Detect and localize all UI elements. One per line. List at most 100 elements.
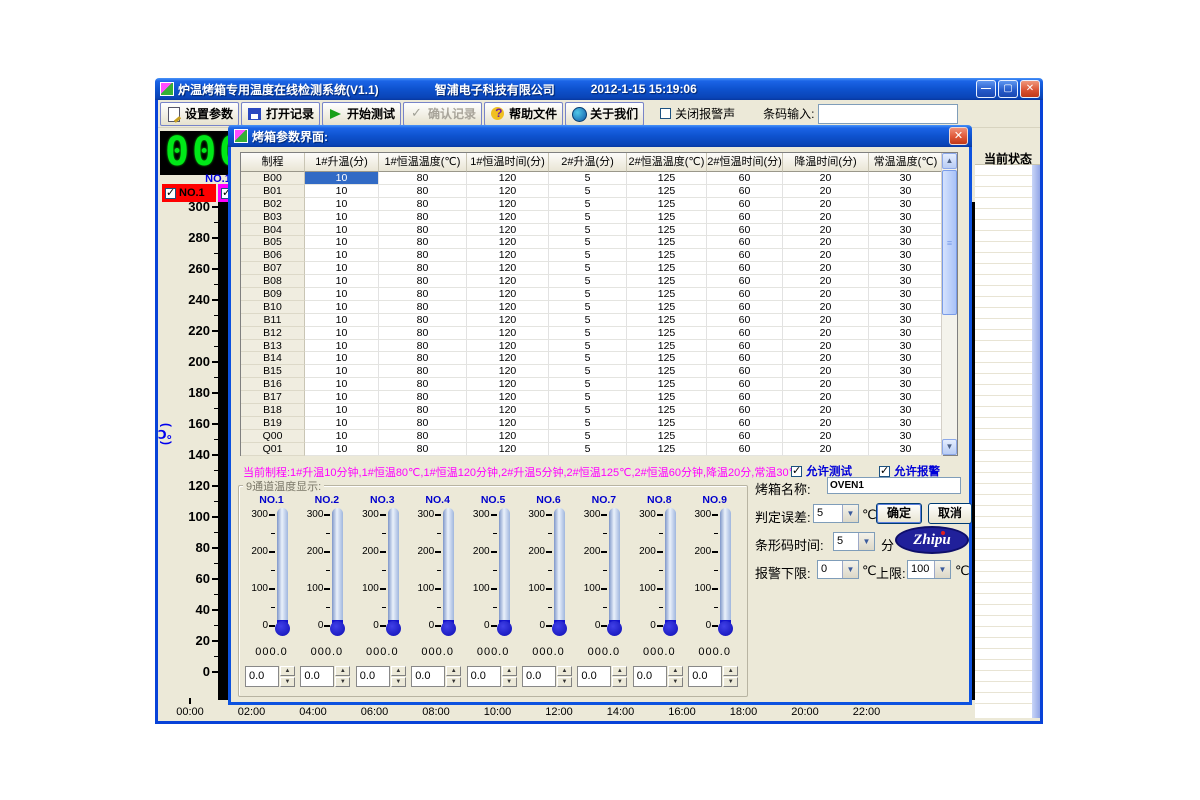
table-row[interactable]: B1810801205125602030 bbox=[241, 404, 941, 417]
value-cell[interactable]: 30 bbox=[869, 404, 943, 417]
spinner-up-icon[interactable]: ▲ bbox=[391, 666, 406, 676]
value-cell[interactable]: 10 bbox=[305, 430, 379, 443]
value-cell[interactable]: 80 bbox=[379, 185, 467, 198]
value-cell[interactable]: 80 bbox=[379, 301, 467, 314]
channel-setpoint-spinner[interactable]: 0.0▲▼ bbox=[356, 666, 406, 687]
value-cell[interactable]: 60 bbox=[707, 430, 783, 443]
value-cell[interactable]: 125 bbox=[627, 443, 707, 456]
channel-setpoint-spinner[interactable]: 0.0▲▼ bbox=[245, 666, 295, 687]
column-header[interactable]: 2#恒温温度(℃) bbox=[627, 153, 707, 172]
value-cell[interactable]: 5 bbox=[549, 262, 627, 275]
alarm-off-checkbox[interactable] bbox=[660, 108, 671, 119]
chevron-down-icon[interactable]: ▼ bbox=[842, 505, 858, 522]
channel-setpoint-spinner[interactable]: 0.0▲▼ bbox=[633, 666, 683, 687]
setpoint-value[interactable]: 0.0 bbox=[411, 666, 445, 687]
setpoint-value[interactable]: 0.0 bbox=[467, 666, 501, 687]
table-row[interactable]: Q0110801205125602030 bbox=[241, 443, 941, 456]
allow-test-checkbox[interactable] bbox=[791, 466, 802, 477]
barcode-input[interactable] bbox=[818, 104, 958, 124]
value-cell[interactable]: 125 bbox=[627, 224, 707, 237]
spinner-down-icon[interactable]: ▼ bbox=[446, 677, 461, 687]
value-cell[interactable]: 5 bbox=[549, 352, 627, 365]
value-cell[interactable]: 120 bbox=[467, 352, 549, 365]
value-cell[interactable]: 60 bbox=[707, 236, 783, 249]
value-cell[interactable]: 60 bbox=[707, 352, 783, 365]
value-cell[interactable]: 10 bbox=[305, 314, 379, 327]
table-row[interactable]: B0110801205125602030 bbox=[241, 185, 941, 198]
value-cell[interactable]: 10 bbox=[305, 417, 379, 430]
value-cell[interactable]: 5 bbox=[549, 224, 627, 237]
value-cell[interactable]: 120 bbox=[467, 211, 549, 224]
value-cell[interactable]: 20 bbox=[783, 275, 869, 288]
value-cell[interactable]: 125 bbox=[627, 327, 707, 340]
value-cell[interactable]: 60 bbox=[707, 301, 783, 314]
value-cell[interactable]: 80 bbox=[379, 288, 467, 301]
value-cell[interactable]: 80 bbox=[379, 417, 467, 430]
spinner-down-icon[interactable]: ▼ bbox=[502, 677, 517, 687]
value-cell[interactable]: 80 bbox=[379, 391, 467, 404]
column-header[interactable]: 降温时间(分) bbox=[783, 153, 869, 172]
value-cell[interactable]: 10 bbox=[305, 198, 379, 211]
scroll-up-icon[interactable]: ▲ bbox=[942, 153, 957, 169]
channel-setpoint-spinner[interactable]: 0.0▲▼ bbox=[522, 666, 572, 687]
value-cell[interactable]: 80 bbox=[379, 327, 467, 340]
value-cell[interactable]: 60 bbox=[707, 262, 783, 275]
value-cell[interactable]: 60 bbox=[707, 198, 783, 211]
setpoint-value[interactable]: 0.0 bbox=[245, 666, 279, 687]
value-cell[interactable]: 80 bbox=[379, 378, 467, 391]
channel-checkbox-no2-partial[interactable] bbox=[218, 184, 228, 202]
value-cell[interactable]: 20 bbox=[783, 288, 869, 301]
close-icon[interactable]: ✕ bbox=[1020, 80, 1040, 98]
value-cell[interactable]: 10 bbox=[305, 443, 379, 456]
value-cell[interactable]: 80 bbox=[379, 352, 467, 365]
value-cell[interactable]: 20 bbox=[783, 430, 869, 443]
column-header[interactable]: 制程 bbox=[241, 153, 305, 172]
value-cell[interactable]: 20 bbox=[783, 327, 869, 340]
value-cell[interactable]: 60 bbox=[707, 185, 783, 198]
toolbar-button-play[interactable]: 开始测试 bbox=[322, 102, 401, 126]
value-cell[interactable]: 125 bbox=[627, 198, 707, 211]
value-cell[interactable]: 120 bbox=[467, 236, 549, 249]
column-header[interactable]: 1#恒温温度(℃) bbox=[379, 153, 467, 172]
value-cell[interactable]: 20 bbox=[783, 365, 869, 378]
toolbar-button-globe[interactable]: 关于我们 bbox=[565, 102, 644, 126]
value-cell[interactable]: 125 bbox=[627, 378, 707, 391]
value-cell[interactable]: 125 bbox=[627, 340, 707, 353]
value-cell[interactable]: 30 bbox=[869, 365, 943, 378]
value-cell[interactable]: 10 bbox=[305, 378, 379, 391]
table-row[interactable]: B0810801205125602030 bbox=[241, 275, 941, 288]
setpoint-value[interactable]: 0.0 bbox=[356, 666, 390, 687]
value-cell[interactable]: 80 bbox=[379, 430, 467, 443]
value-cell[interactable]: 120 bbox=[467, 301, 549, 314]
value-cell[interactable]: 20 bbox=[783, 185, 869, 198]
process-cell[interactable]: B01 bbox=[241, 185, 305, 198]
table-row[interactable]: B1210801205125602030 bbox=[241, 327, 941, 340]
value-cell[interactable]: 5 bbox=[549, 172, 627, 185]
process-cell[interactable]: Q00 bbox=[241, 430, 305, 443]
chevron-down-icon[interactable]: ▼ bbox=[934, 561, 950, 578]
table-row[interactable]: B0410801205125602030 bbox=[241, 224, 941, 237]
value-cell[interactable]: 125 bbox=[627, 314, 707, 327]
value-cell[interactable]: 5 bbox=[549, 275, 627, 288]
toolbar-button-disk[interactable]: 打开记录 bbox=[241, 102, 320, 126]
process-cell[interactable]: B02 bbox=[241, 198, 305, 211]
process-cell[interactable]: B15 bbox=[241, 365, 305, 378]
channel-setpoint-spinner[interactable]: 0.0▲▼ bbox=[688, 666, 738, 687]
value-cell[interactable]: 5 bbox=[549, 404, 627, 417]
table-row[interactable]: B1710801205125602030 bbox=[241, 391, 941, 404]
value-cell[interactable]: 60 bbox=[707, 391, 783, 404]
column-header[interactable]: 2#升温(分) bbox=[549, 153, 627, 172]
channel-no1-checkbox[interactable] bbox=[165, 188, 176, 199]
allow-alarm-checkbox[interactable] bbox=[879, 466, 890, 477]
table-row[interactable]: B1610801205125602030 bbox=[241, 378, 941, 391]
process-cell[interactable]: B07 bbox=[241, 262, 305, 275]
toolbar-button-document-edit[interactable]: 设置参数 bbox=[160, 102, 239, 126]
value-cell[interactable]: 10 bbox=[305, 327, 379, 340]
value-cell[interactable]: 30 bbox=[869, 443, 943, 456]
alarm-off-checkbox-row[interactable]: 关闭报警声 bbox=[660, 105, 735, 122]
value-cell[interactable]: 125 bbox=[627, 404, 707, 417]
setpoint-value[interactable]: 0.0 bbox=[688, 666, 722, 687]
value-cell[interactable]: 30 bbox=[869, 236, 943, 249]
process-cell[interactable]: B10 bbox=[241, 301, 305, 314]
value-cell[interactable]: 30 bbox=[869, 288, 943, 301]
